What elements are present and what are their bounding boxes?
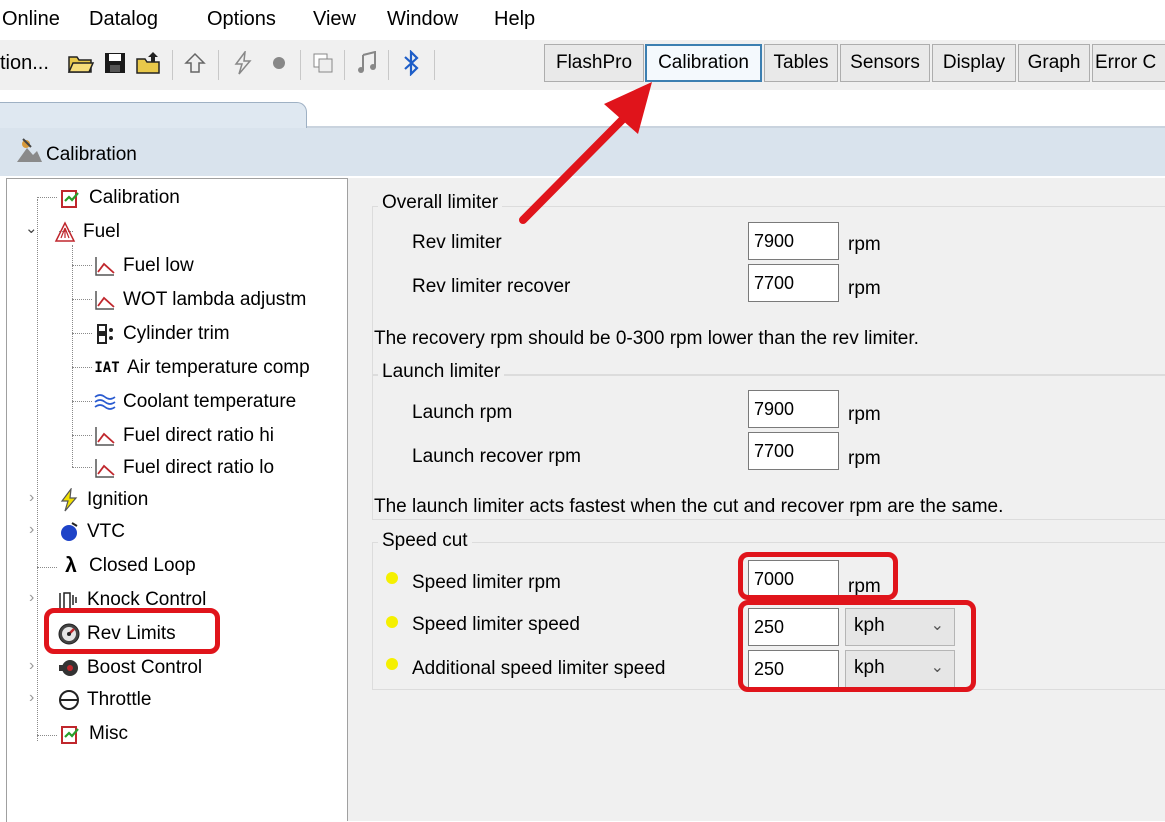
annotation-arrow xyxy=(519,82,652,224)
